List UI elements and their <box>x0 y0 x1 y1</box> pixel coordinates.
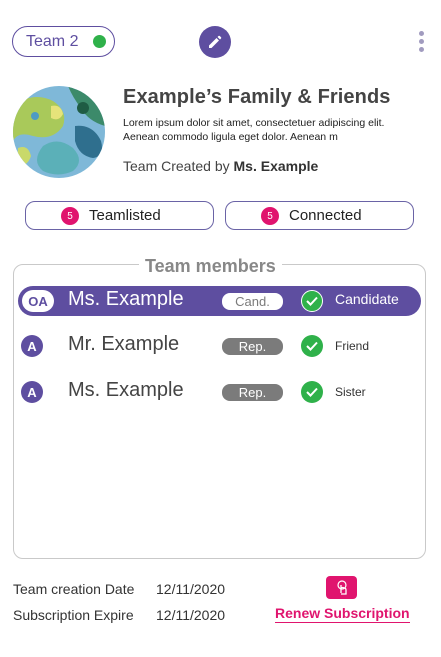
created-by-name: Ms. Example <box>233 158 319 174</box>
member-name: Ms. Example <box>68 288 184 310</box>
connected-label: Connected <box>289 207 362 224</box>
member-role-badge: OA <box>22 290 54 312</box>
check-icon <box>301 290 323 312</box>
team-creation-date-value: 12/11/2020 <box>156 581 226 597</box>
member-relation: Candidate <box>335 291 399 307</box>
created-by-prefix: Team Created by <box>123 158 230 174</box>
connected-button[interactable]: 5 Connected <box>225 201 414 230</box>
team-member-row[interactable]: OA Ms. Example Cand. Candidate <box>18 286 421 316</box>
team-online-status-dot <box>93 35 106 48</box>
team-avatar <box>13 86 105 178</box>
teamlisted-count-badge: 5 <box>61 207 79 225</box>
member-name: Ms. Example <box>68 379 184 401</box>
subscription-expire-label: Subscription Expire <box>13 607 134 623</box>
teamlisted-button[interactable]: 5 Teamlisted <box>25 201 214 230</box>
team-created-by: Team Created by Ms. Example <box>123 158 318 174</box>
renew-subscription-link[interactable]: Renew Subscription <box>275 605 410 623</box>
team-member-row[interactable]: A Mr. Example Rep. Friend <box>18 331 421 361</box>
team-creation-date-label: Team creation Date <box>13 581 135 597</box>
check-icon <box>301 335 323 357</box>
team-title: Example’s Family & Friends <box>123 86 391 108</box>
edit-team-button[interactable] <box>199 26 231 58</box>
team-badge[interactable]: Team 2 <box>12 26 115 57</box>
tap-icon[interactable] <box>326 576 357 599</box>
member-type-tag: Rep. <box>222 384 283 401</box>
member-name: Mr. Example <box>68 333 180 355</box>
member-type-tag: Rep. <box>222 338 283 355</box>
teamlisted-label: Teamlisted <box>89 207 161 224</box>
member-relation: Sister <box>335 385 366 399</box>
team-description: Lorem ipsum dolor sit amet, consectetuer… <box>123 117 385 143</box>
team-badge-label: Team 2 <box>26 32 79 50</box>
member-role-badge: A <box>21 381 43 403</box>
subscription-expire-value: 12/11/2020 <box>156 607 226 623</box>
pencil-icon <box>209 35 222 48</box>
member-relation: Friend <box>335 339 370 353</box>
team-member-row[interactable]: A Ms. Example Rep. Sister <box>18 377 421 407</box>
member-type-tag: Cand. <box>222 293 283 310</box>
team-members-title: Team members <box>139 256 282 277</box>
connected-count-badge: 5 <box>261 207 279 225</box>
member-role-badge: A <box>21 335 43 357</box>
check-icon <box>301 381 323 403</box>
more-options-icon[interactable] <box>414 31 428 55</box>
